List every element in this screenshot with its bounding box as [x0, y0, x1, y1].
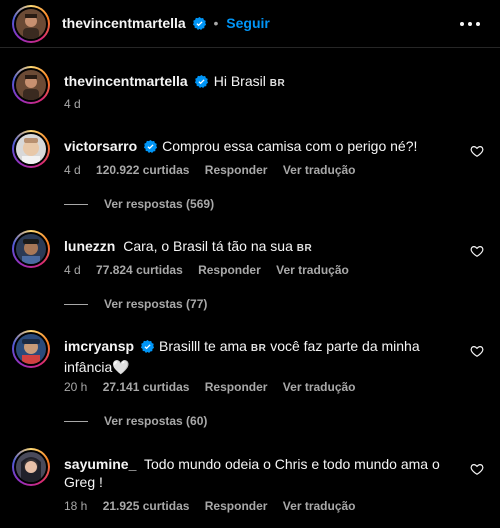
comment-avatar[interactable]: [12, 230, 50, 268]
translate-button[interactable]: Ver tradução: [276, 263, 349, 277]
view-replies-button[interactable]: Ver respostas (60): [64, 414, 207, 428]
author-username[interactable]: thevincentmartella: [62, 15, 186, 31]
comment-text: Comprou essa camisa com o perigo né?!: [162, 138, 418, 154]
translate-button[interactable]: Ver tradução: [283, 499, 356, 513]
view-replies-button[interactable]: Ver respostas (77): [64, 297, 207, 311]
comment-meta: 4 d 120.922 curtidas Responder Ver tradu…: [64, 163, 368, 177]
brazil-flag-icon: BR: [250, 343, 267, 354]
post-header: thevincentmartella • Seguir: [0, 0, 500, 48]
view-replies-label: Ver respostas (77): [104, 297, 208, 311]
translate-button[interactable]: Ver tradução: [283, 163, 356, 177]
comment-meta: 18 h 21.925 curtidas Responder Ver tradu…: [64, 499, 368, 513]
comment-time: 4 d: [64, 163, 81, 177]
replies-divider: [64, 303, 88, 305]
comment-text-row: lunezzn Cara, o Brasil tá tão na sua BR: [64, 237, 452, 258]
replies-divider: [64, 420, 88, 422]
comment-text-row: imcryansp Brasilll te ama BR você faz par…: [64, 337, 452, 376]
comment-item: imcryansp Brasilll te ama BR você faz par…: [0, 328, 500, 434]
header-separator: •: [213, 15, 219, 31]
comment-likes[interactable]: 120.922 curtidas: [96, 163, 189, 177]
comment-meta: 4 d 77.824 curtidas Responder Ver traduç…: [64, 263, 361, 277]
brazil-flag-icon: BR: [269, 78, 286, 89]
follow-button[interactable]: Seguir: [226, 15, 270, 31]
verified-badge-icon: [141, 340, 155, 353]
brazil-flag-icon: BR: [296, 243, 313, 254]
reply-button[interactable]: Responder: [198, 263, 261, 277]
verified-badge-icon: [144, 140, 158, 153]
caption-avatar[interactable]: [12, 66, 50, 104]
comment-meta: 20 h 27.141 curtidas Responder Ver tradu…: [64, 380, 368, 394]
comment-text-part: Greg !: [64, 474, 103, 490]
comment-text-row: sayumine_ Todo mundo odeia o Chris e tod…: [64, 455, 452, 491]
comment-likes[interactable]: 77.824 curtidas: [96, 263, 183, 277]
like-heart-icon[interactable]: [470, 244, 484, 258]
author-avatar[interactable]: [12, 5, 50, 43]
post-caption: thevincentmartella Hi Brasil BR 4 d: [0, 64, 500, 114]
more-options-icon[interactable]: [460, 14, 480, 34]
caption-meta: 4 d: [64, 97, 93, 111]
like-heart-icon[interactable]: [470, 462, 484, 476]
white-heart-emoji: 🤍: [112, 359, 130, 375]
replies-divider: [64, 203, 88, 205]
reply-button[interactable]: Responder: [205, 499, 268, 513]
comment-time: 4 d: [64, 263, 81, 277]
comment-time: 18 h: [64, 499, 88, 513]
comment-likes[interactable]: 21.925 curtidas: [103, 499, 190, 513]
comment-likes[interactable]: 27.141 curtidas: [103, 380, 190, 394]
comment-username[interactable]: imcryansp: [64, 338, 134, 354]
caption-text: Hi Brasil: [213, 73, 266, 89]
verified-badge-icon: [192, 17, 206, 30]
comment-text-row: victorsarro Comprou essa camisa com o per…: [64, 137, 452, 155]
view-replies-label: Ver respostas (60): [104, 414, 208, 428]
verified-badge-icon: [194, 75, 208, 88]
comment-text: Cara, o Brasil tá tão na sua: [123, 238, 293, 254]
comment-username[interactable]: victorsarro: [64, 138, 137, 154]
comment-username[interactable]: sayumine_: [64, 456, 136, 472]
comment-time: 20 h: [64, 380, 88, 394]
view-replies-button[interactable]: Ver respostas (569): [64, 197, 214, 211]
like-heart-icon[interactable]: [470, 344, 484, 358]
header-title-row: thevincentmartella • Seguir: [62, 15, 270, 31]
translate-button[interactable]: Ver tradução: [283, 380, 356, 394]
reply-button[interactable]: Responder: [205, 380, 268, 394]
like-heart-icon[interactable]: [470, 144, 484, 158]
comment-item: lunezzn Cara, o Brasil tá tão na sua BR …: [0, 228, 500, 318]
caption-username[interactable]: thevincentmartella: [64, 73, 188, 89]
comment-text-part: você faz parte da minha: [270, 338, 420, 354]
comment-avatar[interactable]: [12, 330, 50, 368]
caption-text-row: thevincentmartella Hi Brasil BR: [64, 72, 452, 93]
comment-avatar[interactable]: [12, 130, 50, 168]
comment-item: sayumine_ Todo mundo odeia o Chris e tod…: [0, 446, 500, 522]
comment-text-part: Brasilll te ama: [159, 338, 247, 354]
comment-avatar[interactable]: [12, 448, 50, 486]
comment-text-part: Todo mundo odeia o Chris e todo mundo am…: [144, 456, 440, 472]
comment-username[interactable]: lunezzn: [64, 238, 115, 254]
view-replies-label: Ver respostas (569): [104, 197, 215, 211]
comment-text-part: infância: [64, 359, 113, 375]
reply-button[interactable]: Responder: [205, 163, 268, 177]
comment-item: victorsarro Comprou essa camisa com o per…: [0, 128, 500, 218]
caption-time: 4 d: [64, 97, 81, 111]
